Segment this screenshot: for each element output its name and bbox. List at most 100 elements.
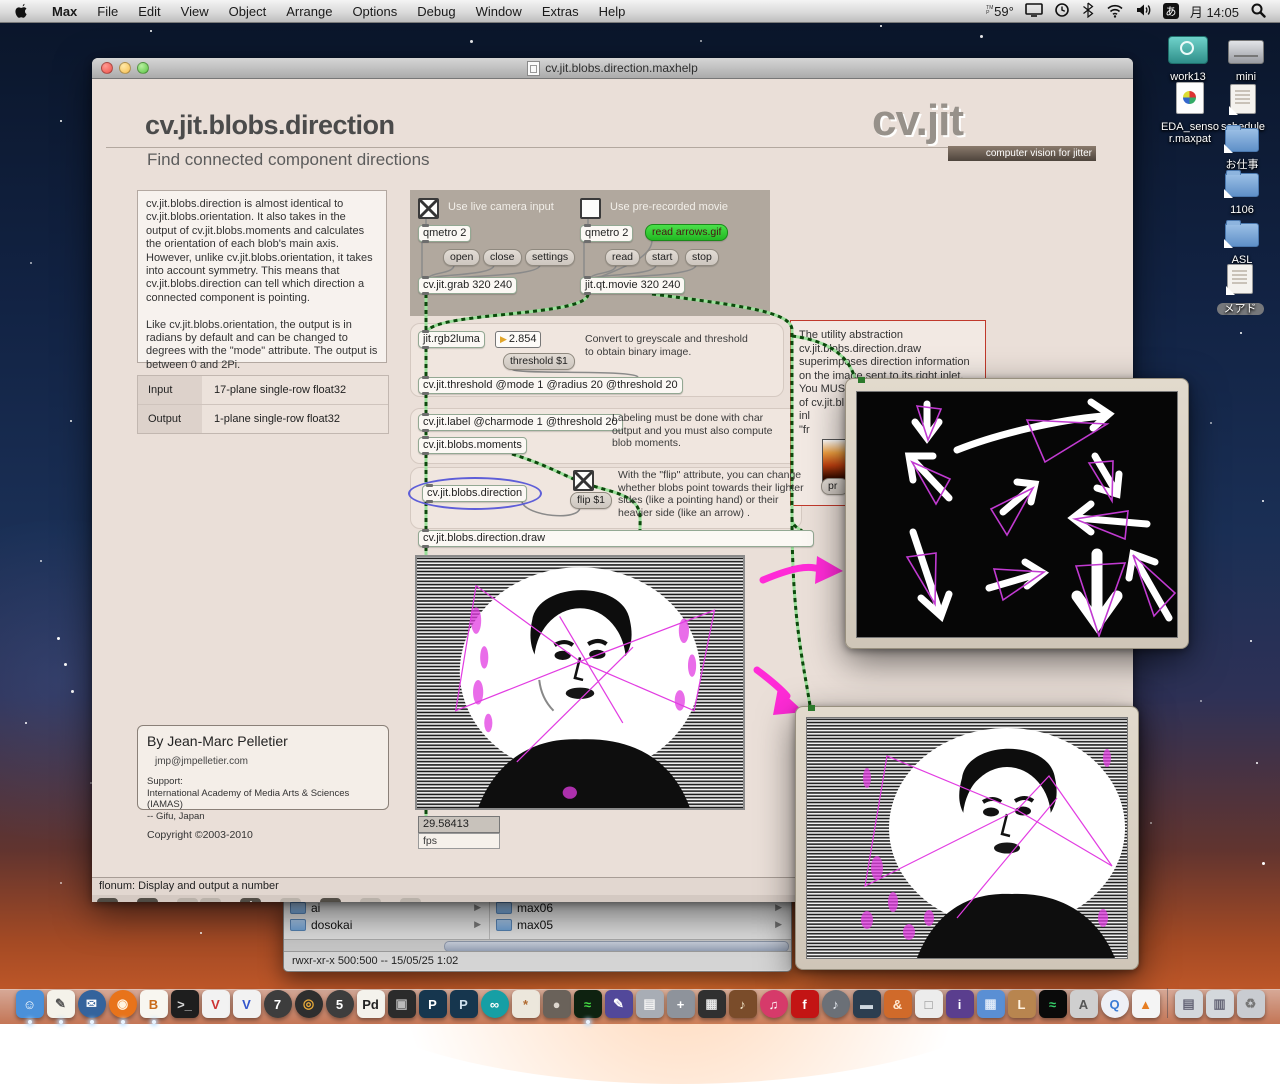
menu-window[interactable]: Window [476, 4, 522, 19]
desktop-icon-meado[interactable]: メアド [1208, 264, 1272, 317]
time-machine-menu-icon[interactable] [1054, 2, 1070, 21]
dock-icon-desk-lamp[interactable]: L [1008, 990, 1036, 1018]
dock-icon-max-jitter-cube[interactable]: ▣ [388, 990, 416, 1018]
dock-icon-stack-documents[interactable]: ▤ [1175, 990, 1203, 1018]
grid-button[interactable] [360, 898, 381, 902]
dock-icon-flash[interactable]: f [791, 990, 819, 1018]
desktop-icon-asl[interactable]: ASL [1210, 223, 1274, 266]
menu-extras[interactable]: Extras [542, 4, 579, 19]
dock-icon-arduino[interactable]: ∞ [481, 990, 509, 1018]
finder-row-dosokai[interactable]: dosokai ▶ [284, 916, 489, 933]
dock-icon-garageband[interactable]: ♪ [729, 990, 757, 1018]
dock-icon-processing[interactable]: P [419, 990, 447, 1018]
dock-icon-finder[interactable]: ☺ [16, 990, 44, 1018]
cvjit-blobs-moments-object[interactable]: cv.jit.blobs.moments [418, 437, 527, 454]
menu-options[interactable]: Options [352, 4, 397, 19]
menu-file[interactable]: File [97, 4, 118, 19]
menu-help[interactable]: Help [599, 4, 626, 19]
dock-icon-bibdesk[interactable]: B [140, 990, 168, 1018]
stop-message[interactable]: stop [685, 249, 719, 266]
cvjit-blobs-direction-draw-object[interactable]: cv.jit.blobs.direction.draw [418, 530, 814, 547]
wifi-menu-icon[interactable] [1106, 2, 1124, 21]
qmetro-object-right[interactable]: qmetro 2 [580, 225, 633, 242]
presentation-mode-button[interactable] [240, 898, 261, 902]
dock-icon-image-capture[interactable]: ▤ [636, 990, 664, 1018]
threshold-number-box[interactable]: ▶2.854 [495, 331, 541, 348]
dock-icon-oscilloscope[interactable]: ≈ [574, 990, 602, 1018]
jit-rgb2luma-object[interactable]: jit.rgb2luma [418, 331, 485, 348]
live-camera-checkbox[interactable] [418, 198, 439, 219]
dock-icon-stack-sites[interactable]: ▥ [1206, 990, 1234, 1018]
displays-menu-icon[interactable] [1025, 2, 1043, 21]
menu-max[interactable]: Max [52, 4, 77, 19]
fps-number-display[interactable]: 29.58413 [418, 816, 500, 833]
desktop-icon-work13[interactable]: work13 [1156, 36, 1220, 83]
prerecorded-movie-checkbox[interactable] [580, 198, 601, 219]
dock-icon-inkwell[interactable]: i [946, 990, 974, 1018]
dock-icon-notebook[interactable]: ✎ [605, 990, 633, 1018]
qmetro-object-left[interactable]: qmetro 2 [418, 225, 471, 242]
menu-arrange[interactable]: Arrange [286, 4, 332, 19]
finder-row-max05[interactable]: max05 ▶ [490, 916, 790, 933]
window-title-bar[interactable]: cv.jit.blobs.direction.maxhelp [92, 58, 1133, 79]
menu-view[interactable]: View [181, 4, 209, 19]
temperature-menu[interactable]: TMP 59° [986, 4, 1014, 19]
dock-icon-pure-data[interactable]: Pd [357, 990, 385, 1018]
bluetooth-menu-icon[interactable] [1081, 2, 1095, 21]
dock-icon-aperture-dial[interactable]: ◎ [295, 990, 323, 1018]
cvjit-threshold-object[interactable]: cv.jit.threshold @mode 1 @radius 20 @thr… [418, 377, 683, 394]
menu-debug[interactable]: Debug [417, 4, 455, 19]
read-arrows-message[interactable]: read arrows.gif [645, 224, 728, 241]
dock-icon-blue-grid[interactable]: ▦ [977, 990, 1005, 1018]
apple-menu-icon[interactable] [14, 3, 28, 19]
settings-message[interactable]: settings [525, 249, 575, 266]
new-object-button[interactable] [137, 898, 158, 902]
delete-button[interactable] [200, 898, 221, 902]
dock-icon-app-installer[interactable]: A [1070, 990, 1098, 1018]
draw-output-window[interactable] [795, 706, 1139, 970]
dock-icon-text-edit[interactable]: ✎ [47, 990, 75, 1018]
flip-message[interactable]: flip $1 [570, 492, 612, 509]
desktop-icon-oshigoto[interactable]: お仕事 [1210, 128, 1274, 171]
dock-icon-audio-headphones[interactable]: ♪ [822, 990, 850, 1018]
dock-icon-capture-seven[interactable]: 7 [264, 990, 292, 1018]
dock-icon-processing-beta[interactable]: P [450, 990, 478, 1018]
cvjit-grab-object[interactable]: cv.jit.grab 320 240 [418, 277, 517, 294]
flip-checkbox[interactable] [573, 470, 594, 491]
dock-icon-vnc-server[interactable]: V [233, 990, 261, 1018]
direction-output-window[interactable] [845, 378, 1189, 649]
inspector-button[interactable] [280, 898, 301, 902]
dock-icon-trash[interactable]: ♻ [1237, 990, 1265, 1018]
snap-button[interactable] [400, 898, 421, 902]
dock-icon-activity-graph[interactable]: ≈ [1039, 990, 1067, 1018]
desktop-icon-1106[interactable]: 1106 [1210, 173, 1274, 216]
dock-icon-quicktime[interactable]: Q [1101, 990, 1129, 1018]
dock-icon-terminal[interactable]: >_ [171, 990, 199, 1018]
dock-icon-firefox[interactable]: ◉ [109, 990, 137, 1018]
dock-icon-orange-creature[interactable]: & [884, 990, 912, 1018]
menu-object[interactable]: Object [229, 4, 267, 19]
patch-cord-button[interactable] [320, 898, 341, 902]
finder-window[interactable]: ai ▶ dosokai ▶ max06 ▶ max05 ▶ rwxr-xr-x… [283, 898, 792, 972]
dock-icon-imovie[interactable]: ▬ [853, 990, 881, 1018]
close-message[interactable]: close [483, 249, 522, 266]
threshold-message[interactable]: threshold $1 [503, 353, 575, 370]
segmented-cords-button[interactable] [177, 898, 198, 902]
cvjit-label-object[interactable]: cv.jit.label @charmode 1 @threshold 20 [418, 414, 623, 431]
dock-icon-itunes[interactable]: ♫ [760, 990, 788, 1018]
read-message[interactable]: read [605, 249, 640, 266]
dock-icon-utility-tools[interactable]: + [667, 990, 695, 1018]
cvjit-blobs-direction-object[interactable]: cv.jit.blobs.direction [422, 485, 527, 502]
dock-icon-vlc[interactable]: ▲ [1132, 990, 1160, 1018]
open-message[interactable]: open [443, 249, 480, 266]
dock-icon-film-camera[interactable]: ● [543, 990, 571, 1018]
dock-icon-iphoto[interactable]: □ [915, 990, 943, 1018]
dock-icon-thunderbird[interactable]: ✉ [78, 990, 106, 1018]
menu-clock[interactable]: 月 14:05 [1190, 2, 1239, 21]
spotlight-icon[interactable] [1250, 2, 1266, 21]
menu-edit[interactable]: Edit [138, 4, 160, 19]
lock-patcher-button[interactable] [97, 898, 118, 902]
dock-icon-sketch-bird[interactable]: * [512, 990, 540, 1018]
volume-menu-icon[interactable] [1135, 2, 1152, 21]
video-pwindow[interactable] [415, 555, 745, 810]
